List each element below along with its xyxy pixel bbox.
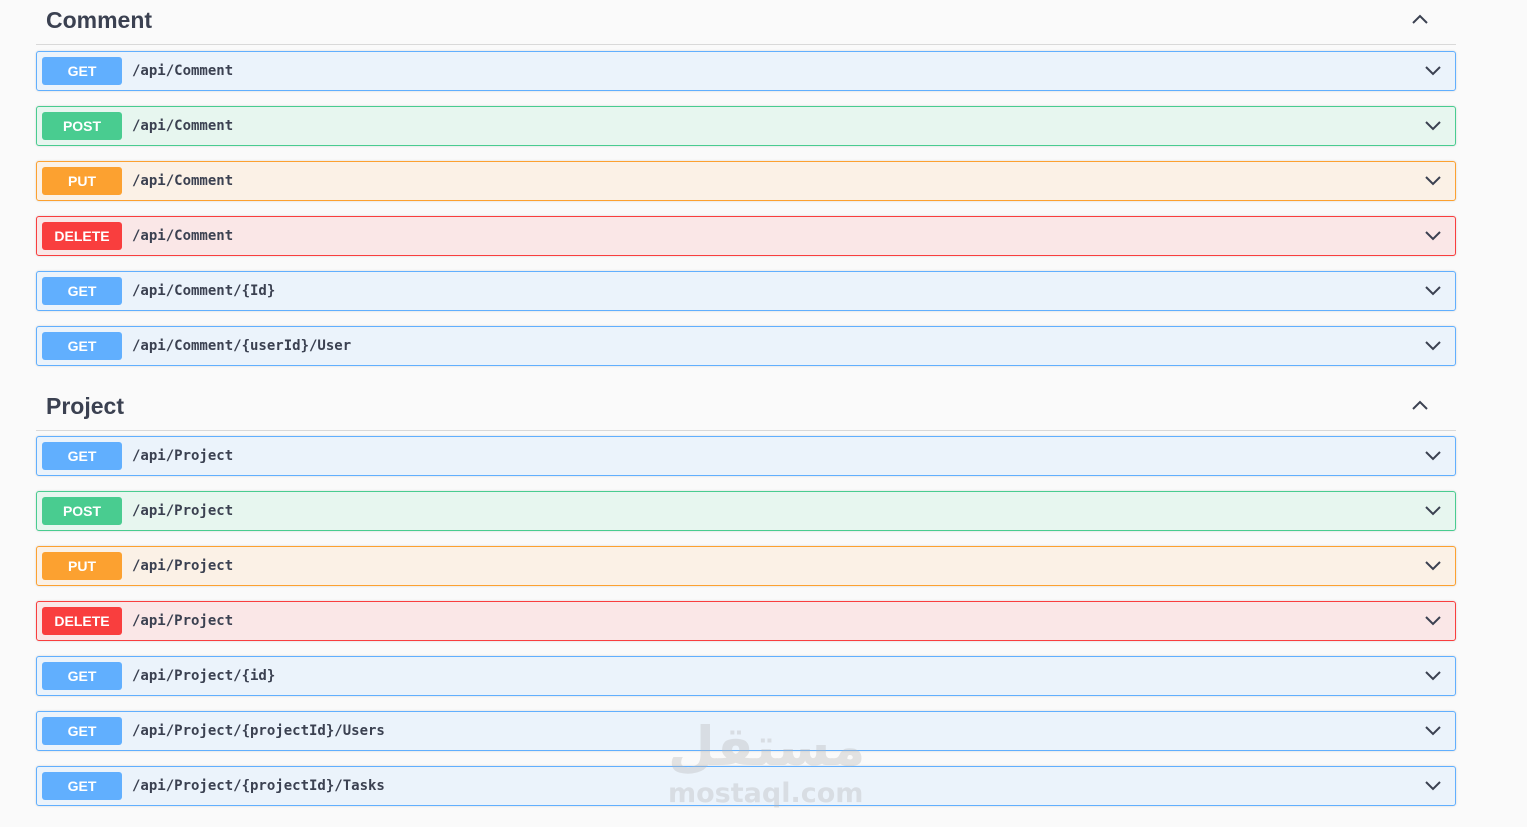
operation-path: /api/Project xyxy=(132,558,234,574)
operation-path: /api/Comment/{userId}/User xyxy=(132,338,352,354)
operation-row[interactable]: POST /api/Comment xyxy=(36,106,1456,146)
chevron-up-icon[interactable] xyxy=(1408,8,1432,32)
section-header-project[interactable]: Project xyxy=(36,386,1456,431)
operation-path: /api/Project/{projectId}/Tasks xyxy=(132,778,385,794)
chevron-down-icon[interactable] xyxy=(1423,666,1443,686)
chevron-down-icon[interactable] xyxy=(1423,226,1443,246)
operation-path: /api/Comment xyxy=(132,63,234,79)
operation-path: /api/Comment xyxy=(132,173,234,189)
chevron-down-icon[interactable] xyxy=(1423,116,1443,136)
operation-row[interactable]: DELETE /api/Project xyxy=(36,601,1456,641)
method-badge: DELETE xyxy=(42,607,122,635)
method-badge: PUT xyxy=(42,167,122,195)
chevron-down-icon[interactable] xyxy=(1423,446,1443,466)
section-title: Project xyxy=(46,393,124,419)
operation-row[interactable]: POST /api/Project xyxy=(36,491,1456,531)
operation-path: /api/Project/{projectId}/Users xyxy=(132,723,385,739)
chevron-down-icon[interactable] xyxy=(1423,556,1443,576)
operation-row[interactable]: PUT /api/Comment xyxy=(36,161,1456,201)
operation-row[interactable]: GET /api/Comment/{Id} xyxy=(36,271,1456,311)
chevron-down-icon[interactable] xyxy=(1423,281,1443,301)
operation-path: /api/Project xyxy=(132,613,234,629)
operation-path: /api/Project xyxy=(132,448,234,464)
method-badge: DELETE xyxy=(42,222,122,250)
operation-row[interactable]: PUT /api/Project xyxy=(36,546,1456,586)
operation-row[interactable]: GET /api/Project/{projectId}/Users xyxy=(36,711,1456,751)
method-badge: GET xyxy=(42,277,122,305)
operation-path: /api/Project/{id} xyxy=(132,668,276,684)
section-header-comment[interactable]: Comment xyxy=(36,0,1456,45)
method-badge: GET xyxy=(42,57,122,85)
method-badge: GET xyxy=(42,332,122,360)
chevron-down-icon[interactable] xyxy=(1423,611,1443,631)
operation-path: /api/Project xyxy=(132,503,234,519)
chevron-down-icon[interactable] xyxy=(1423,721,1443,741)
operation-row[interactable]: GET /api/Comment/{userId}/User xyxy=(36,326,1456,366)
method-badge: GET xyxy=(42,442,122,470)
operation-row[interactable]: GET /api/Comment xyxy=(36,51,1456,91)
swagger-page: Comment GET /api/Comment POST /api/Comme… xyxy=(0,0,1527,827)
method-badge: GET xyxy=(42,662,122,690)
operation-path: /api/Comment xyxy=(132,118,234,134)
chevron-down-icon[interactable] xyxy=(1423,336,1443,356)
operation-row[interactable]: GET /api/Project/{id} xyxy=(36,656,1456,696)
chevron-down-icon[interactable] xyxy=(1423,776,1443,796)
operation-row[interactable]: GET /api/Project xyxy=(36,436,1456,476)
chevron-down-icon[interactable] xyxy=(1423,171,1443,191)
section-comment: Comment GET /api/Comment POST /api/Comme… xyxy=(36,0,1456,366)
section-title: Comment xyxy=(46,7,153,33)
method-badge: GET xyxy=(42,772,122,800)
section-project: Project GET /api/Project POST /api/Proje… xyxy=(36,386,1456,806)
operation-row[interactable]: DELETE /api/Comment xyxy=(36,216,1456,256)
method-badge: GET xyxy=(42,717,122,745)
chevron-down-icon[interactable] xyxy=(1423,61,1443,81)
method-badge: POST xyxy=(42,112,122,140)
operation-path: /api/Comment xyxy=(132,228,234,244)
method-badge: PUT xyxy=(42,552,122,580)
operation-row[interactable]: GET /api/Project/{projectId}/Tasks xyxy=(36,766,1456,806)
operation-path: /api/Comment/{Id} xyxy=(132,283,276,299)
chevron-down-icon[interactable] xyxy=(1423,501,1443,521)
chevron-up-icon[interactable] xyxy=(1408,394,1432,418)
method-badge: POST xyxy=(42,497,122,525)
